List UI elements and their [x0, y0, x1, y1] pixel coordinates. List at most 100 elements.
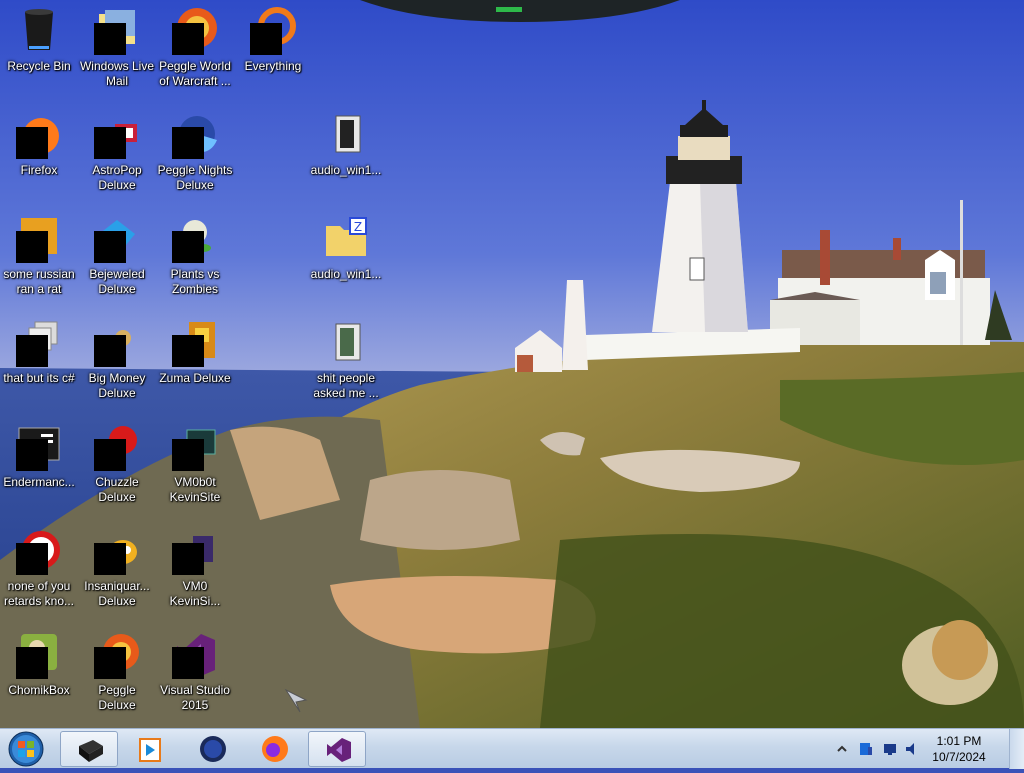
desktop-icon-insaniquarium[interactable]: Insaniquar... Deluxe	[78, 520, 156, 616]
desktop-icon-big-money[interactable]: Big Money Deluxe	[78, 312, 156, 408]
clock-date: 10/7/2024	[932, 750, 986, 764]
desktop-icon-astropop[interactable]: AstroPop Deluxe	[78, 104, 156, 200]
icon-label: Peggle Deluxe	[98, 683, 136, 712]
taskbar-button-media-player[interactable]	[120, 731, 178, 767]
desktop-icon-plants-vs-zombies[interactable]: Plants vs Zombies	[156, 208, 234, 304]
taskbar-button-globe[interactable]	[184, 731, 242, 767]
desktop-icon-zuma[interactable]: Zuma Deluxe	[156, 312, 234, 408]
firefox-icon	[262, 736, 288, 762]
censor-block	[172, 439, 204, 471]
folder-icon	[322, 318, 370, 366]
desktop-icon-windows-live-mail[interactable]: Windows Live Mail	[78, 0, 156, 96]
taskbar-button-firefox[interactable]	[246, 731, 304, 767]
icon-label: Chuzzle Deluxe	[95, 475, 139, 504]
start-button[interactable]	[4, 730, 44, 768]
icon-label: VM0b0t KevinSite	[169, 475, 221, 504]
mouse-cursor-icon	[284, 688, 308, 713]
icon-label: Bejeweled Deluxe	[89, 267, 145, 296]
show-desktop-button[interactable]	[1009, 729, 1024, 769]
icon-label: ChomikBox	[8, 683, 70, 697]
censor-block	[172, 127, 204, 159]
zip-folder-icon: Z	[322, 214, 370, 262]
desktop-icon-shit-people-folder[interactable]: shit people asked me ...	[307, 312, 385, 408]
desktop-icon-firefox[interactable]: Firefox	[0, 104, 78, 200]
censor-block	[94, 647, 126, 679]
censor-block	[94, 543, 126, 575]
icon-label: Everything	[244, 59, 302, 73]
censor-block	[94, 23, 126, 55]
desktop-icon-some-russian[interactable]: e some russian ran a rat	[0, 208, 78, 304]
icon-label: Recycle Bin	[7, 59, 71, 73]
desktop-icon-recycle-bin[interactable]: Recycle Bin	[0, 0, 78, 96]
icon-label: Visual Studio 2015	[160, 683, 230, 712]
taskbar: 1:01 PM 10/7/2024	[0, 728, 1024, 769]
desktop-icon-everything[interactable]: Everything	[234, 0, 312, 96]
media-player-icon	[139, 738, 161, 762]
censor-block	[16, 127, 48, 159]
censor-block	[94, 439, 126, 471]
icon-label: Endermanc...	[3, 475, 75, 489]
desktop-icon-audio-win-zip[interactable]: Z audio_win1...	[307, 208, 385, 304]
icon-label: Peggle Nights Deluxe	[157, 163, 233, 192]
censor-block	[16, 335, 48, 367]
icon-label: Firefox	[20, 163, 58, 177]
censor-block	[172, 335, 204, 367]
show-hidden-icons-icon[interactable]	[834, 741, 850, 757]
censor-block	[172, 231, 204, 263]
icon-label: VM0 KevinSi...	[169, 579, 221, 608]
icon-label: some russian ran a rat	[3, 267, 75, 296]
black-box-icon	[79, 740, 103, 762]
taskbar-button-visual-studio[interactable]	[308, 731, 366, 767]
desktop-icon-chuzzle[interactable]: Chuzzle Deluxe	[78, 416, 156, 512]
desktop-icon-endermanch[interactable]: Endermanc...	[0, 416, 78, 512]
icon-label: audio_win1...	[310, 267, 382, 281]
censor-block	[16, 647, 48, 679]
network-icon[interactable]	[882, 741, 898, 757]
recycle-bin-icon	[15, 6, 63, 54]
desktop[interactable]: Recycle Bin Windows Live Mail Peggle Wor…	[0, 0, 1024, 728]
censor-block	[94, 127, 126, 159]
icon-label: none of you retards kno...	[3, 579, 75, 608]
censor-block	[172, 23, 204, 55]
volume-icon[interactable]	[904, 741, 920, 757]
desktop-icon-that-but-csharp[interactable]: that but its c#	[0, 312, 78, 408]
desktop-icon-visual-studio[interactable]: Visual Studio 2015	[156, 624, 234, 720]
censor-block	[16, 439, 48, 471]
desktop-icon-peggle-deluxe[interactable]: Peggle Deluxe	[78, 624, 156, 720]
icon-label: Peggle World of Warcraft ...	[159, 59, 231, 88]
visual-studio-icon	[327, 738, 351, 762]
desktop-icon-peggle-wow[interactable]: Peggle World of Warcraft ...	[156, 0, 234, 96]
windows-orb-icon	[8, 731, 44, 767]
icon-label: Big Money Deluxe	[88, 371, 146, 400]
top-gadget	[360, 0, 680, 22]
icon-label: that but its c#	[3, 371, 75, 385]
desktop-icon-peggle-nights[interactable]: Peggle Nights Deluxe	[156, 104, 234, 200]
icon-label: AstroPop Deluxe	[92, 163, 142, 192]
desktop-icon-chomikbox[interactable]: ChomikBox	[0, 624, 78, 720]
icon-label: Plants vs Zombies	[170, 267, 220, 296]
censor-block	[16, 543, 48, 575]
censor-block	[172, 647, 204, 679]
clock-time: 1:01 PM	[936, 734, 982, 748]
icon-label: Windows Live Mail	[79, 59, 155, 88]
folder-icon	[322, 110, 370, 158]
clock[interactable]: 1:01 PM 10/7/2024	[924, 733, 994, 765]
desktop-icon-vm0-kevinsite[interactable]: VM0 KevinSi...	[156, 520, 234, 616]
icon-label: shit people asked me ...	[313, 371, 379, 400]
icon-label: audio_win1...	[310, 163, 382, 177]
svg-text:Z: Z	[354, 220, 362, 234]
taskbar-button-black-box[interactable]	[60, 731, 118, 767]
censor-block	[94, 231, 126, 263]
censor-block	[250, 23, 282, 55]
action-center-icon[interactable]	[858, 741, 874, 757]
censor-block	[16, 231, 48, 263]
censor-block	[172, 543, 204, 575]
desktop-icon-audio-win-folder[interactable]: audio_win1...	[307, 104, 385, 200]
desktop-icon-vm0b0t[interactable]: VM0b0t KevinSite	[156, 416, 234, 512]
desktop-icon-none-of-you[interactable]: none of you retards kno...	[0, 520, 78, 616]
desktop-icon-bejeweled[interactable]: Bejeweled Deluxe	[78, 208, 156, 304]
icon-label: Insaniquar... Deluxe	[84, 579, 150, 608]
globe-icon	[200, 736, 226, 762]
system-tray: 1:01 PM 10/7/2024	[834, 729, 1024, 769]
censor-block	[94, 335, 126, 367]
